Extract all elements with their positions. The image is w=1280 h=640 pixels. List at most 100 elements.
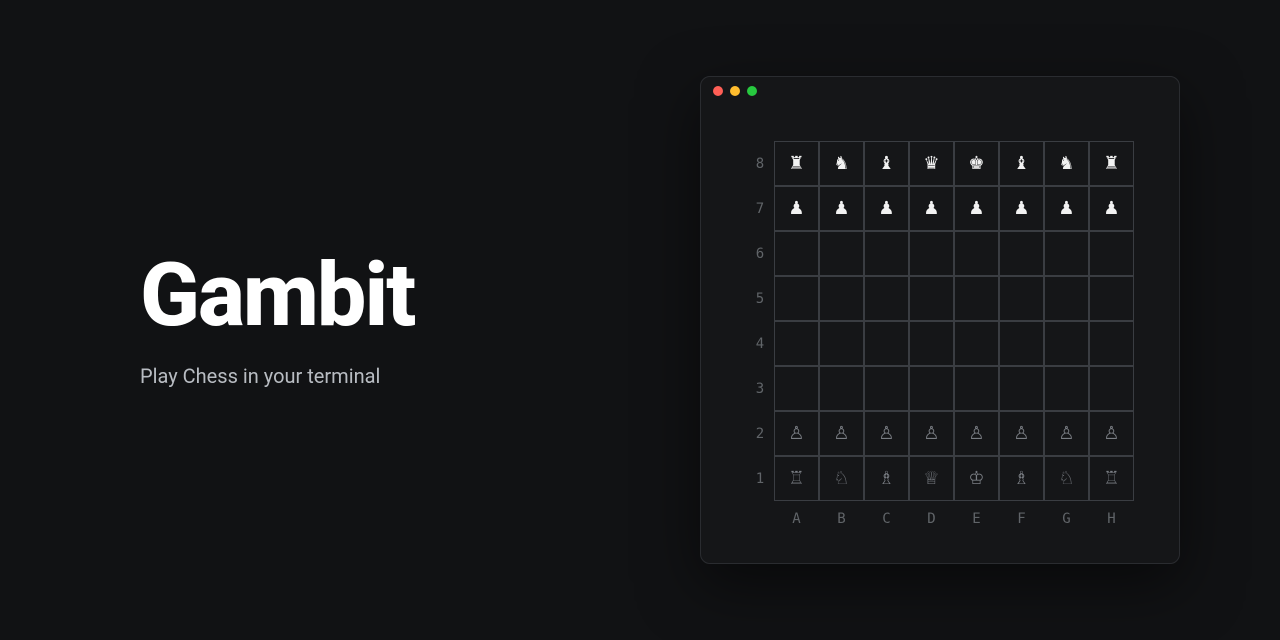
- board-cell[interactable]: [864, 231, 909, 276]
- file-label: A: [774, 501, 819, 527]
- board-cell[interactable]: [819, 276, 864, 321]
- board-cell[interactable]: ♟: [909, 186, 954, 231]
- board-cell[interactable]: [909, 276, 954, 321]
- board-cell[interactable]: [1044, 276, 1089, 321]
- board-cell[interactable]: ♝: [864, 141, 909, 186]
- chess-piece-icon: ♟: [1058, 200, 1074, 218]
- board-cell[interactable]: [999, 231, 1044, 276]
- board-cell[interactable]: [909, 366, 954, 411]
- board-cell[interactable]: [1089, 231, 1134, 276]
- file-label: H: [1089, 501, 1134, 527]
- board-cell[interactable]: ♟: [774, 186, 819, 231]
- chess-piece-icon: ♟: [788, 200, 804, 218]
- board-cell[interactable]: [1044, 231, 1089, 276]
- chess-piece-icon: ♙: [878, 425, 894, 443]
- chess-piece-icon: ♙: [1058, 425, 1074, 443]
- terminal-window: 8♜♞♝♛♚♝♞♜7♟♟♟♟♟♟♟♟65432♙♙♙♙♙♙♙♙1♖♘♗♕♔♗♘♖…: [700, 76, 1180, 564]
- board-cell[interactable]: [819, 366, 864, 411]
- board-cell[interactable]: ♜: [1089, 141, 1134, 186]
- board-cell[interactable]: ♜: [774, 141, 819, 186]
- board-cell[interactable]: ♙: [999, 411, 1044, 456]
- board-cell[interactable]: ♗: [864, 456, 909, 501]
- board-cell[interactable]: [774, 366, 819, 411]
- chess-piece-icon: ♟: [968, 200, 984, 218]
- chess-piece-icon: ♟: [1013, 200, 1029, 218]
- board-cell[interactable]: ♙: [1089, 411, 1134, 456]
- chess-piece-icon: ♝: [1013, 155, 1029, 173]
- board-cell[interactable]: ♘: [819, 456, 864, 501]
- board-cell[interactable]: [1089, 366, 1134, 411]
- chess-piece-icon: ♟: [923, 200, 939, 218]
- board-cell[interactable]: [999, 366, 1044, 411]
- close-icon[interactable]: [713, 86, 723, 96]
- board-cell[interactable]: ♙: [954, 411, 999, 456]
- chess-piece-icon: ♝: [878, 155, 894, 173]
- app-subtitle: Play Chess in your terminal: [140, 364, 700, 388]
- board-cell[interactable]: [819, 231, 864, 276]
- board-cell[interactable]: ♙: [819, 411, 864, 456]
- board-cell[interactable]: [999, 321, 1044, 366]
- board-cell[interactable]: [864, 276, 909, 321]
- board-cell[interactable]: [999, 276, 1044, 321]
- board-cell[interactable]: [1089, 321, 1134, 366]
- chess-piece-icon: ♙: [1103, 425, 1119, 443]
- board-cell[interactable]: ♘: [1044, 456, 1089, 501]
- board-cell[interactable]: [819, 321, 864, 366]
- board-cell[interactable]: ♝: [999, 141, 1044, 186]
- board-cell[interactable]: ♟: [819, 186, 864, 231]
- board-cell[interactable]: [1044, 366, 1089, 411]
- file-label: C: [864, 501, 909, 527]
- minimize-icon[interactable]: [730, 86, 740, 96]
- board-cell[interactable]: [909, 321, 954, 366]
- board-cell[interactable]: [954, 321, 999, 366]
- board-cell[interactable]: [1089, 276, 1134, 321]
- chess-piece-icon: ♙: [833, 425, 849, 443]
- board-cell[interactable]: ♙: [1044, 411, 1089, 456]
- chess-piece-icon: ♗: [1013, 470, 1029, 488]
- board-cell[interactable]: [774, 321, 819, 366]
- board-cell[interactable]: ♙: [774, 411, 819, 456]
- board-cell[interactable]: ♟: [954, 186, 999, 231]
- rank-label: 4: [746, 336, 774, 352]
- rank-label: 1: [746, 471, 774, 487]
- chess-board[interactable]: 8♜♞♝♛♚♝♞♜7♟♟♟♟♟♟♟♟65432♙♙♙♙♙♙♙♙1♖♘♗♕♔♗♘♖…: [746, 141, 1134, 527]
- board-cell[interactable]: ♙: [864, 411, 909, 456]
- board-cell[interactable]: [909, 231, 954, 276]
- board-cell[interactable]: [954, 231, 999, 276]
- file-label: E: [954, 501, 999, 527]
- board-cell[interactable]: ♗: [999, 456, 1044, 501]
- chess-piece-icon: ♖: [788, 470, 804, 488]
- board-cell[interactable]: [954, 366, 999, 411]
- board-cell[interactable]: ♛: [909, 141, 954, 186]
- board-cell[interactable]: [864, 321, 909, 366]
- chess-piece-icon: ♙: [1013, 425, 1029, 443]
- board-cell[interactable]: [864, 366, 909, 411]
- board-cell[interactable]: ♟: [864, 186, 909, 231]
- board-cell[interactable]: ♟: [1044, 186, 1089, 231]
- board-cell[interactable]: ♞: [819, 141, 864, 186]
- board-cell[interactable]: ♕: [909, 456, 954, 501]
- chess-piece-icon: ♖: [1103, 470, 1119, 488]
- board-cell[interactable]: ♞: [1044, 141, 1089, 186]
- board-cell[interactable]: ♟: [999, 186, 1044, 231]
- file-label: G: [1044, 501, 1089, 527]
- file-label: D: [909, 501, 954, 527]
- board-cell[interactable]: ♙: [909, 411, 954, 456]
- board-cell[interactable]: ♚: [954, 141, 999, 186]
- rank-label: 7: [746, 201, 774, 217]
- chess-piece-icon: ♙: [923, 425, 939, 443]
- board-cell[interactable]: ♖: [774, 456, 819, 501]
- file-label: B: [819, 501, 864, 527]
- maximize-icon[interactable]: [747, 86, 757, 96]
- board-cell[interactable]: [1044, 321, 1089, 366]
- board-cell[interactable]: [954, 276, 999, 321]
- board-cell[interactable]: [774, 276, 819, 321]
- rank-label: 5: [746, 291, 774, 307]
- chess-piece-icon: ♜: [788, 155, 804, 173]
- board-cell[interactable]: ♖: [1089, 456, 1134, 501]
- board-cell[interactable]: [774, 231, 819, 276]
- chess-piece-icon: ♘: [1058, 470, 1074, 488]
- chess-piece-icon: ♞: [833, 155, 849, 173]
- board-cell[interactable]: ♔: [954, 456, 999, 501]
- board-cell[interactable]: ♟: [1089, 186, 1134, 231]
